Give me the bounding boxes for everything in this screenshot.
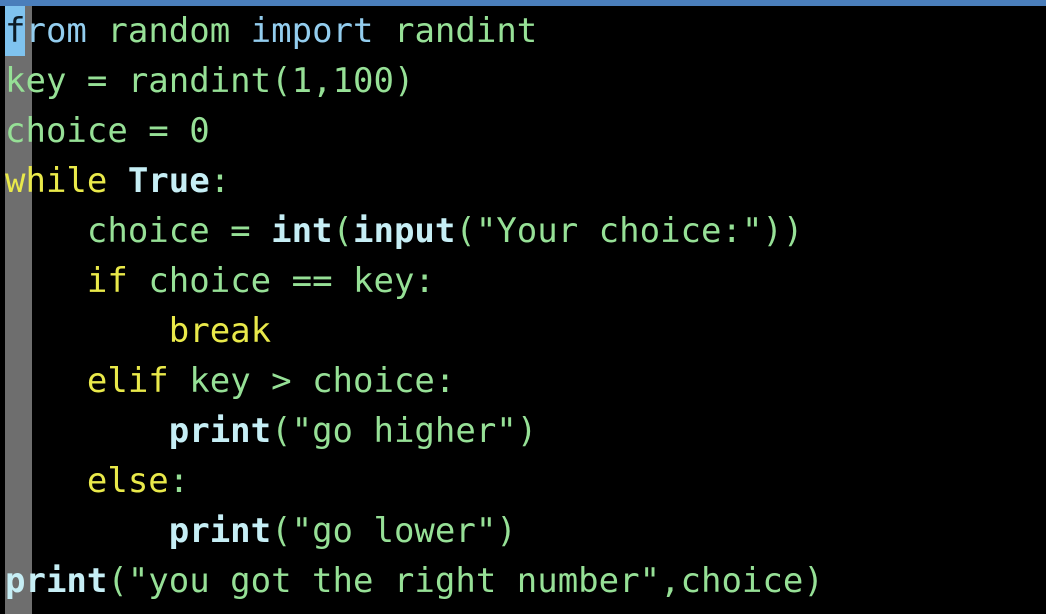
code-line[interactable]: while True:	[5, 156, 1046, 206]
code-line[interactable]: choice = 0	[5, 106, 1046, 156]
code-token: choice = 0	[5, 111, 210, 151]
code-token: ("go lower")	[271, 511, 517, 551]
text-cursor: f	[5, 6, 26, 56]
code-token: ("you got the right number",choice)	[107, 561, 824, 601]
code-token: print	[168, 511, 272, 551]
code-line[interactable]: else:	[5, 456, 1046, 506]
code-token: print	[5, 561, 108, 601]
code-line[interactable]: if choice == key:	[5, 256, 1046, 306]
code-text-area[interactable]: from random import randint key = randint(…	[5, 6, 1046, 614]
code-line[interactable]: print("go lower")	[5, 506, 1046, 556]
code-token: import	[250, 11, 374, 51]
code-token: input	[353, 211, 456, 251]
code-token: elif	[86, 361, 169, 401]
code-token: int	[271, 211, 333, 251]
code-token: key > choice:	[168, 361, 456, 401]
code-token: randint	[373, 11, 538, 51]
code-editor-window: from random import randint key = randint(…	[0, 0, 1046, 614]
code-token: :	[209, 161, 231, 201]
code-token: random	[86, 11, 251, 51]
code-token: if	[86, 261, 128, 301]
code-token: True	[127, 161, 210, 201]
code-token: (	[332, 211, 354, 251]
code-line[interactable]: from random import randint	[5, 6, 1046, 56]
code-token: rom	[25, 11, 87, 51]
code-token: choice =	[5, 211, 272, 251]
code-line[interactable]: elif key > choice:	[5, 356, 1046, 406]
code-token: ("go higher")	[271, 411, 538, 451]
code-line[interactable]: print("go higher")	[5, 406, 1046, 456]
code-line[interactable]: print("you got the right number",choice)	[5, 556, 1046, 606]
code-line[interactable]: key = randint(1,100)	[5, 56, 1046, 106]
code-token: break	[168, 311, 272, 351]
code-token: choice == key:	[127, 261, 435, 301]
code-token: ("Your choice:"))	[455, 211, 804, 251]
code-token: key = randint(1,100)	[5, 61, 415, 101]
code-line[interactable]: break	[5, 306, 1046, 356]
code-token: else	[86, 461, 169, 501]
code-token: :	[168, 461, 190, 501]
code-token: while	[5, 161, 128, 201]
code-token: print	[168, 411, 272, 451]
code-line[interactable]: choice = int(input("Your choice:"))	[5, 206, 1046, 256]
